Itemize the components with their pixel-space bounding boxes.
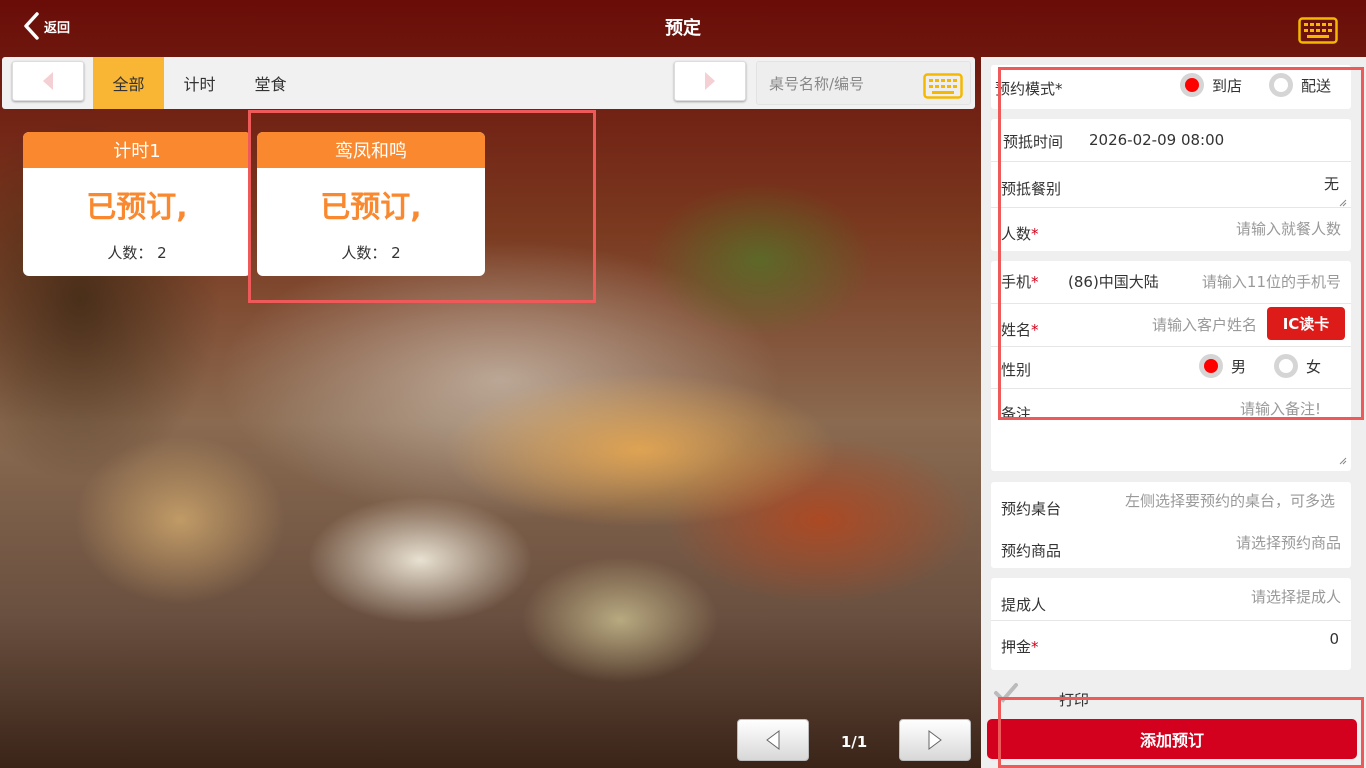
reserve-table-label: 预约桌台	[1001, 500, 1062, 518]
chevron-left-icon	[24, 12, 39, 40]
mode-radio-store[interactable]: 到店	[1180, 73, 1242, 97]
reserve-goods-picker[interactable]: 请选择预约商品	[1236, 532, 1341, 553]
tab-all[interactable]: 全部	[93, 57, 164, 109]
add-reservation-button[interactable]: 添加预订	[987, 719, 1357, 759]
payment-section: 提成人 请选择提成人 押金* 0	[991, 578, 1351, 670]
page-title: 预定	[665, 18, 701, 39]
mode-section: 预约模式* 到店 配送	[991, 65, 1351, 109]
tab-prev-button[interactable]	[12, 61, 84, 101]
customer-section: 手机* (86)中国大陆 请输入11位的手机号 姓名* 请输入客户姓名 IC读卡…	[991, 261, 1351, 471]
resize-grip-icon	[1339, 457, 1347, 465]
header: 返回 预定	[0, 0, 1366, 52]
arrival-time-value[interactable]: 2026-02-09 08:00	[1089, 131, 1224, 149]
print-toggle[interactable]: 打印	[991, 679, 1351, 719]
table-name: 计时1	[23, 132, 251, 168]
back-button[interactable]: 返回	[22, 12, 70, 40]
filter-bar: 全部 计时 堂食	[2, 57, 975, 109]
remark-label: 备注	[1001, 405, 1032, 417]
name-input[interactable]: 请输入客户姓名	[1152, 314, 1257, 335]
tab-dine-in[interactable]: 堂食	[235, 57, 306, 109]
back-label: 返回	[44, 20, 71, 36]
radio-unchecked-icon	[1269, 73, 1293, 97]
radio-unchecked-icon	[1274, 354, 1298, 378]
reserve-goods-label: 预约商品	[1001, 542, 1062, 560]
keyboard-icon[interactable]	[923, 73, 963, 103]
search-box	[756, 61, 971, 105]
reserve-goods-row[interactable]: 预约商品 请选择预约商品	[991, 532, 1351, 562]
radio-checked-icon	[1199, 354, 1223, 378]
gender-radio-female[interactable]: 女	[1274, 354, 1321, 378]
meal-label: 预抵餐别	[1001, 180, 1062, 198]
radio-checked-icon	[1180, 73, 1204, 97]
gender-label: 性别	[1001, 361, 1032, 379]
triangle-left-icon	[766, 730, 780, 750]
mode-label: 预约模式*	[995, 80, 1063, 98]
page-next-button[interactable]	[899, 719, 971, 761]
triangle-left-icon	[43, 72, 53, 90]
gender-row: 性别 男 女	[991, 354, 1351, 385]
ic-card-read-button[interactable]: IC读卡	[1267, 307, 1345, 340]
phone-label: 手机*	[1001, 273, 1039, 291]
phone-region-select[interactable]: (86)中国大陆	[1068, 271, 1159, 292]
reservation-form: 预约模式* 到店 配送 预抵时间 2026-02-09 08:00 预抵餐别 无…	[981, 57, 1366, 768]
booking-items-section: 预约桌台 左侧选择要预约的桌台，可多选 预约商品 请选择预约商品	[991, 482, 1351, 568]
arrival-section: 预抵时间 2026-02-09 08:00 预抵餐别 无 人数* 请输入就餐人数	[991, 119, 1351, 251]
keyboard-icon[interactable]	[1298, 17, 1338, 48]
meal-row[interactable]: 预抵餐别 无	[991, 173, 1351, 207]
triangle-right-icon	[928, 730, 942, 750]
tab-timed[interactable]: 计时	[164, 57, 235, 109]
phone-row: 手机* (86)中国大陆 请输入11位的手机号	[991, 271, 1351, 299]
arrival-time-label: 预抵时间	[1003, 133, 1064, 151]
table-status: 已预订,	[86, 190, 188, 225]
table-status: 已预订,	[320, 190, 422, 225]
table-people: 人数： 2	[107, 244, 167, 262]
remark-input[interactable]: 请输入备注!	[1240, 398, 1321, 419]
resize-grip-icon	[1339, 199, 1347, 207]
name-label: 姓名*	[1001, 321, 1039, 339]
table-name: 鸾凤和鸣	[257, 132, 485, 168]
phone-input[interactable]: 请输入11位的手机号	[1202, 271, 1341, 292]
commission-row[interactable]: 提成人 请选择提成人	[991, 586, 1351, 616]
print-label: 打印	[1059, 691, 1090, 709]
table-card[interactable]: 计时1 已预订, 人数： 2	[23, 132, 251, 276]
remark-row: 备注 请输入备注!	[991, 395, 1351, 467]
check-icon	[994, 683, 1018, 703]
triangle-right-icon	[705, 72, 715, 90]
people-label: 人数*	[1001, 225, 1039, 243]
table-search-input[interactable]	[769, 72, 919, 96]
deposit-input[interactable]: 0	[1329, 630, 1339, 648]
reserve-table-row[interactable]: 预约桌台 左侧选择要预约的桌台，可多选	[991, 490, 1351, 520]
page-indicator: 1/1	[840, 733, 868, 751]
page-prev-button[interactable]	[737, 719, 809, 761]
deposit-label: 押金*	[1001, 638, 1039, 656]
commission-picker[interactable]: 请选择提成人	[1251, 586, 1341, 607]
table-people: 人数： 2	[341, 244, 401, 262]
arrival-time-row[interactable]: 预抵时间 2026-02-09 08:00	[991, 131, 1351, 155]
gender-radio-male[interactable]: 男	[1199, 354, 1246, 378]
mode-radio-delivery[interactable]: 配送	[1269, 73, 1331, 97]
table-card[interactable]: 鸾凤和鸣 已预订, 人数： 2	[257, 132, 485, 276]
deposit-row: 押金* 0	[991, 630, 1351, 660]
meal-value[interactable]: 无	[1324, 173, 1339, 194]
tab-next-button[interactable]	[674, 61, 746, 101]
commission-label: 提成人	[1001, 596, 1047, 614]
reserve-table-picker[interactable]: 左侧选择要预约的桌台，可多选	[1125, 490, 1335, 511]
people-input[interactable]: 请输入就餐人数	[1236, 218, 1341, 239]
people-row[interactable]: 人数* 请输入就餐人数	[991, 215, 1351, 245]
